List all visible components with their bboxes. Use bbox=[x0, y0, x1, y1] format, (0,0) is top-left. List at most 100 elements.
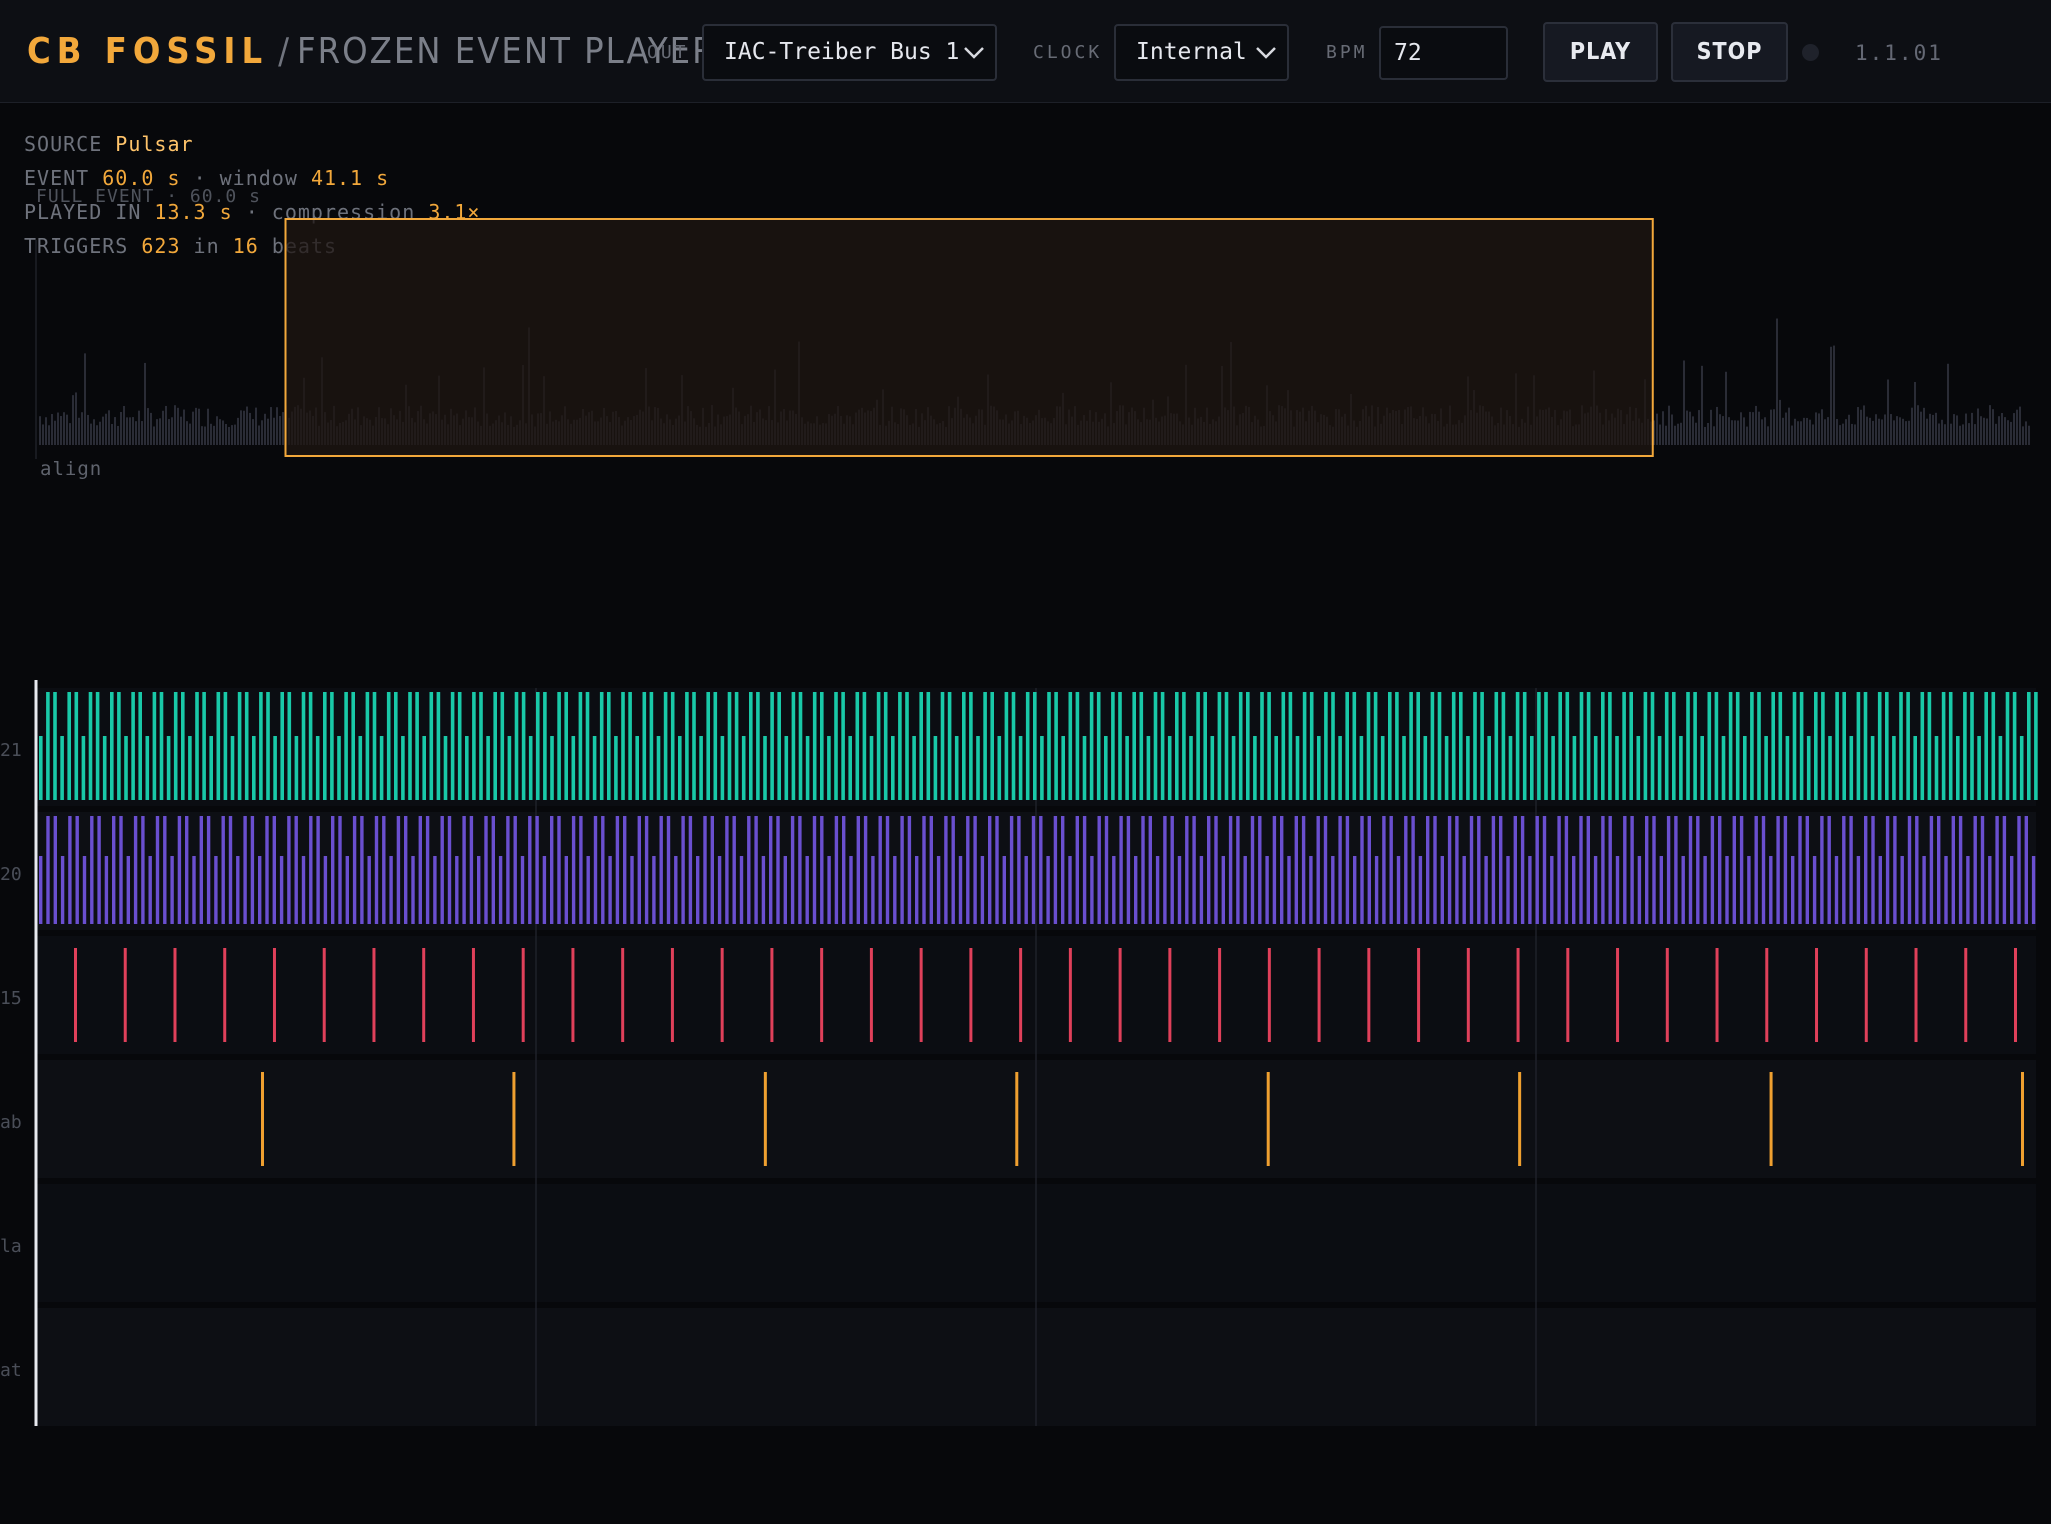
trigger-event bbox=[360, 816, 364, 924]
trigger-event bbox=[228, 816, 233, 924]
trigger-event bbox=[1550, 856, 1554, 924]
trigger-event bbox=[188, 736, 192, 800]
trigger-event bbox=[1302, 692, 1307, 800]
trigger-event bbox=[1096, 692, 1101, 800]
trigger-event bbox=[1927, 692, 1932, 800]
trigger-event bbox=[820, 692, 824, 800]
trigger-event bbox=[954, 736, 959, 800]
trigger-event bbox=[97, 816, 101, 924]
trigger-event bbox=[1228, 816, 1233, 924]
trigger-event bbox=[670, 948, 674, 1042]
event-overview[interactable] bbox=[0, 200, 2051, 470]
trigger-event bbox=[1907, 816, 1912, 924]
top-bar: CB FOSSIL / FROZEN EVENT PLAYER OUT IAC-Tr… bbox=[0, 0, 2051, 103]
trigger-event bbox=[1125, 736, 1129, 800]
trigger-event bbox=[783, 856, 787, 924]
trigger-event bbox=[1231, 736, 1236, 800]
trigger-event bbox=[1778, 692, 1783, 800]
trigger-event bbox=[1423, 736, 1428, 800]
trigger-event bbox=[1272, 816, 1277, 924]
trigger-event bbox=[834, 816, 839, 924]
trigger-event bbox=[1666, 816, 1671, 924]
trigger-event bbox=[1480, 692, 1484, 800]
trigger-lanes[interactable]: 21 20 15 ab la at bbox=[0, 680, 2051, 1450]
trigger-event bbox=[1636, 736, 1641, 800]
trigger-event bbox=[1447, 816, 1452, 924]
trigger-event bbox=[1404, 816, 1408, 924]
trigger-event bbox=[1214, 816, 1218, 924]
trigger-event bbox=[936, 856, 941, 924]
trigger-event bbox=[1783, 816, 1788, 924]
trigger-event bbox=[1579, 692, 1584, 800]
trigger-event bbox=[1111, 692, 1115, 800]
stop-button[interactable]: STOP bbox=[1671, 22, 1788, 82]
trigger-event bbox=[973, 816, 977, 924]
trigger-event bbox=[1367, 948, 1371, 1042]
trigger-event bbox=[983, 692, 987, 800]
play-button[interactable]: PLAY bbox=[1543, 22, 1658, 82]
trigger-event bbox=[1203, 692, 1207, 800]
window-value: 41.1 s bbox=[310, 166, 390, 190]
trigger-event bbox=[484, 816, 488, 924]
trigger-event bbox=[1885, 816, 1890, 924]
trigger-event bbox=[2005, 692, 2010, 800]
trigger-event bbox=[862, 692, 867, 800]
trigger-event bbox=[1696, 816, 1700, 924]
trigger-event bbox=[104, 856, 109, 924]
trigger-event bbox=[1864, 948, 1868, 1042]
trigger-event bbox=[855, 692, 860, 800]
trigger-event bbox=[1520, 816, 1525, 924]
trigger-event bbox=[798, 816, 802, 924]
trigger-event bbox=[1849, 736, 1854, 800]
trigger-event bbox=[1508, 736, 1513, 800]
trigger-event bbox=[2034, 692, 2038, 800]
bpm-input[interactable]: 72 bbox=[1379, 26, 1508, 80]
trigger-event bbox=[396, 816, 401, 924]
trigger-event bbox=[68, 816, 72, 924]
lane-label: 15 bbox=[0, 988, 22, 1009]
trigger-event bbox=[173, 948, 177, 1042]
trigger-event bbox=[564, 692, 568, 800]
trigger-event bbox=[493, 692, 497, 800]
trigger-event bbox=[53, 816, 57, 924]
status-indicator-icon bbox=[1802, 44, 1819, 61]
trigger-event bbox=[1018, 736, 1023, 800]
trigger-event bbox=[571, 816, 576, 924]
trigger-event bbox=[455, 856, 459, 924]
trigger-event bbox=[980, 856, 985, 924]
trigger-event bbox=[926, 692, 931, 800]
trigger-event bbox=[1513, 816, 1517, 924]
trigger-event bbox=[1009, 816, 1014, 924]
trigger-event bbox=[1046, 856, 1050, 924]
trigger-event bbox=[133, 816, 138, 924]
clock-select[interactable]: Internal bbox=[1114, 24, 1289, 81]
trigger-event bbox=[1805, 816, 1809, 924]
trigger-event bbox=[457, 692, 462, 800]
trigger-event bbox=[315, 736, 320, 800]
trigger-event bbox=[1645, 816, 1649, 924]
trigger-event bbox=[1155, 856, 1160, 924]
trigger-event bbox=[1243, 856, 1247, 924]
trigger-event bbox=[1075, 692, 1080, 800]
trigger-event bbox=[1207, 816, 1211, 924]
trigger-event bbox=[608, 856, 612, 924]
trigger-event bbox=[1494, 692, 1499, 800]
trigger-event bbox=[710, 816, 714, 924]
trigger-event bbox=[1885, 692, 1889, 800]
trigger-event bbox=[869, 736, 874, 800]
trigger-event bbox=[155, 816, 160, 924]
trigger-event bbox=[1031, 816, 1036, 924]
trigger-event bbox=[195, 692, 199, 800]
trigger-event bbox=[266, 692, 270, 800]
trigger-event bbox=[1864, 816, 1868, 924]
trigger-event bbox=[1593, 856, 1598, 924]
out-port-select[interactable]: IAC-Treiber Bus 1 bbox=[702, 24, 997, 81]
trigger-event bbox=[1373, 692, 1378, 800]
trigger-event bbox=[2017, 816, 2021, 924]
trigger-event bbox=[1643, 692, 1648, 800]
trigger-event bbox=[462, 816, 466, 924]
trigger-event bbox=[1192, 816, 1196, 924]
clock-label: CLOCK bbox=[1033, 42, 1103, 63]
trigger-event bbox=[542, 856, 547, 924]
trigger-event bbox=[258, 856, 262, 924]
